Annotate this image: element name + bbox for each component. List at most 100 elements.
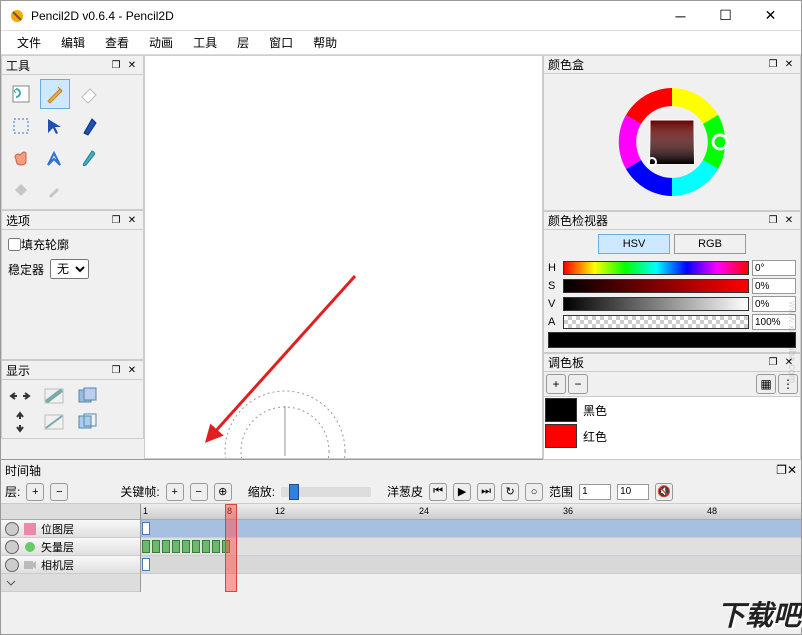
- display-panel: [1, 380, 144, 439]
- select-tool[interactable]: [6, 111, 36, 141]
- undock-icon[interactable]: ❐: [766, 214, 780, 228]
- mirror-h-icon[interactable]: [6, 384, 34, 408]
- remove-keyframe-button[interactable]: −: [190, 483, 208, 501]
- swatch-red[interactable]: 红色: [544, 423, 800, 449]
- palette-view-icon[interactable]: ▦: [756, 374, 776, 394]
- empty-tool-1: [107, 79, 137, 109]
- fill-outline-checkbox[interactable]: [8, 238, 21, 251]
- layer-camera[interactable]: 相机层: [1, 556, 140, 574]
- remove-color-button[interactable]: −: [568, 374, 588, 394]
- tools-panel: [1, 75, 144, 210]
- tools-panel-header: 工具 ❐ ✕: [1, 55, 144, 75]
- chevron-down-icon[interactable]: [5, 577, 17, 589]
- undock-icon[interactable]: ❐: [109, 213, 123, 227]
- bitmap-track[interactable]: [141, 520, 801, 538]
- logo-watermark: 下载吧: [717, 594, 801, 634]
- layer-vector[interactable]: 矢量层: [1, 538, 140, 556]
- undock-icon[interactable]: ❐: [776, 463, 787, 477]
- menu-view[interactable]: 查看: [95, 32, 139, 53]
- overlay-icon[interactable]: [74, 410, 102, 434]
- hue-value[interactable]: 0°: [752, 260, 796, 276]
- menu-help[interactable]: 帮助: [303, 32, 347, 53]
- stabilizer-select[interactable]: 无: [50, 259, 89, 279]
- pen-tool[interactable]: [74, 111, 104, 141]
- layer-bitmap[interactable]: 位图层: [1, 520, 140, 538]
- range-end[interactable]: 10: [617, 484, 649, 500]
- undock-icon[interactable]: ❐: [766, 356, 780, 370]
- outlines-icon[interactable]: [74, 384, 102, 408]
- clear-tool[interactable]: [6, 79, 36, 109]
- camera-track[interactable]: [141, 556, 801, 574]
- empty-tool-2: [107, 111, 137, 141]
- minimize-button[interactable]: ─: [658, 2, 703, 30]
- bucket-tool[interactable]: [6, 175, 36, 205]
- menu-animation[interactable]: 动画: [139, 32, 183, 53]
- pencil-tool[interactable]: [40, 79, 70, 109]
- watermark: www.xiazaiba.com: [786, 301, 797, 383]
- range-start[interactable]: 1: [579, 484, 611, 500]
- remove-layer-button[interactable]: −: [50, 483, 68, 501]
- rgb-tab[interactable]: RGB: [674, 234, 746, 254]
- timeline-ruler[interactable]: 1 8 12 24 36 48: [141, 504, 801, 520]
- close-panel-icon[interactable]: ✕: [125, 58, 139, 72]
- maximize-button[interactable]: ☐: [703, 2, 748, 30]
- undock-icon[interactable]: ❐: [109, 363, 123, 377]
- menu-edit[interactable]: 编辑: [51, 32, 95, 53]
- undock-icon[interactable]: ❐: [109, 58, 123, 72]
- menu-window[interactable]: 窗口: [259, 32, 303, 53]
- close-panel-icon[interactable]: ✕: [125, 363, 139, 377]
- sat-slider[interactable]: [563, 279, 749, 293]
- add-keyframe-button[interactable]: +: [166, 483, 184, 501]
- display-panel-header: 显示 ❐ ✕: [1, 360, 144, 380]
- close-panel-icon[interactable]: ✕: [782, 214, 796, 228]
- sound-button[interactable]: 🔇: [655, 483, 673, 501]
- sound-toggle[interactable]: ○: [525, 483, 543, 501]
- hand-tool[interactable]: [6, 143, 36, 173]
- palette-panel: + − ▦ ⋮ 黑色 红色: [543, 372, 801, 460]
- swatch-black[interactable]: 黑色: [544, 397, 800, 423]
- close-button[interactable]: ✕: [748, 2, 793, 30]
- playhead[interactable]: [225, 504, 237, 592]
- layer-list: 位图层 矢量层 相机层: [1, 504, 141, 592]
- undock-icon[interactable]: ❐: [766, 58, 780, 72]
- eraser-tool[interactable]: [74, 79, 104, 109]
- eyedrop-tool[interactable]: [40, 175, 70, 205]
- track-area[interactable]: 1 8 12 24 36 48: [141, 504, 801, 592]
- sat-value[interactable]: 0%: [752, 278, 796, 294]
- move-tool[interactable]: [40, 111, 70, 141]
- hue-slider[interactable]: [563, 261, 749, 275]
- menu-tools[interactable]: 工具: [183, 32, 227, 53]
- play-end-button[interactable]: ⏭: [477, 483, 495, 501]
- val-slider[interactable]: [563, 297, 749, 311]
- duplicate-keyframe-button[interactable]: ⊕: [214, 483, 232, 501]
- close-panel-icon[interactable]: ✕: [782, 58, 796, 72]
- menu-file[interactable]: 文件: [7, 32, 51, 53]
- polyline-tool[interactable]: [40, 143, 70, 173]
- titlebar: Pencil2D v0.6.4 - Pencil2D ─ ☐ ✕: [1, 1, 801, 31]
- options-panel-header: 选项 ❐ ✕: [1, 210, 144, 230]
- zoom-slider[interactable]: [281, 487, 371, 497]
- color-inspector: HSV RGB H0° S0% V0% A100%: [543, 230, 801, 353]
- camera-icon: [23, 558, 37, 572]
- vector-track[interactable]: [141, 538, 801, 556]
- options-panel: 填充轮廓 稳定器 无: [1, 230, 144, 360]
- add-layer-button[interactable]: +: [26, 483, 44, 501]
- close-panel-icon[interactable]: ✕: [787, 463, 797, 477]
- menu-layer[interactable]: 层: [227, 32, 259, 53]
- thin-lines2-icon[interactable]: [40, 410, 68, 434]
- thin-lines-icon[interactable]: [40, 384, 68, 408]
- hsv-tab[interactable]: HSV: [598, 234, 670, 254]
- close-panel-icon[interactable]: ✕: [125, 213, 139, 227]
- mirror-v-icon[interactable]: [6, 410, 34, 434]
- alpha-slider[interactable]: [563, 315, 749, 329]
- empty-tool-5: [107, 175, 137, 205]
- play-start-button[interactable]: ⏮: [429, 483, 447, 501]
- add-color-button[interactable]: +: [546, 374, 566, 394]
- brush-tool[interactable]: [74, 143, 104, 173]
- color-wheel[interactable]: [543, 74, 801, 211]
- colorbox-header: 颜色盒 ❐ ✕: [543, 55, 801, 74]
- canvas[interactable]: [144, 55, 543, 459]
- loop-button[interactable]: ↻: [501, 483, 519, 501]
- play-button[interactable]: ▶: [453, 483, 471, 501]
- menubar: 文件 编辑 查看 动画 工具 层 窗口 帮助: [1, 31, 801, 55]
